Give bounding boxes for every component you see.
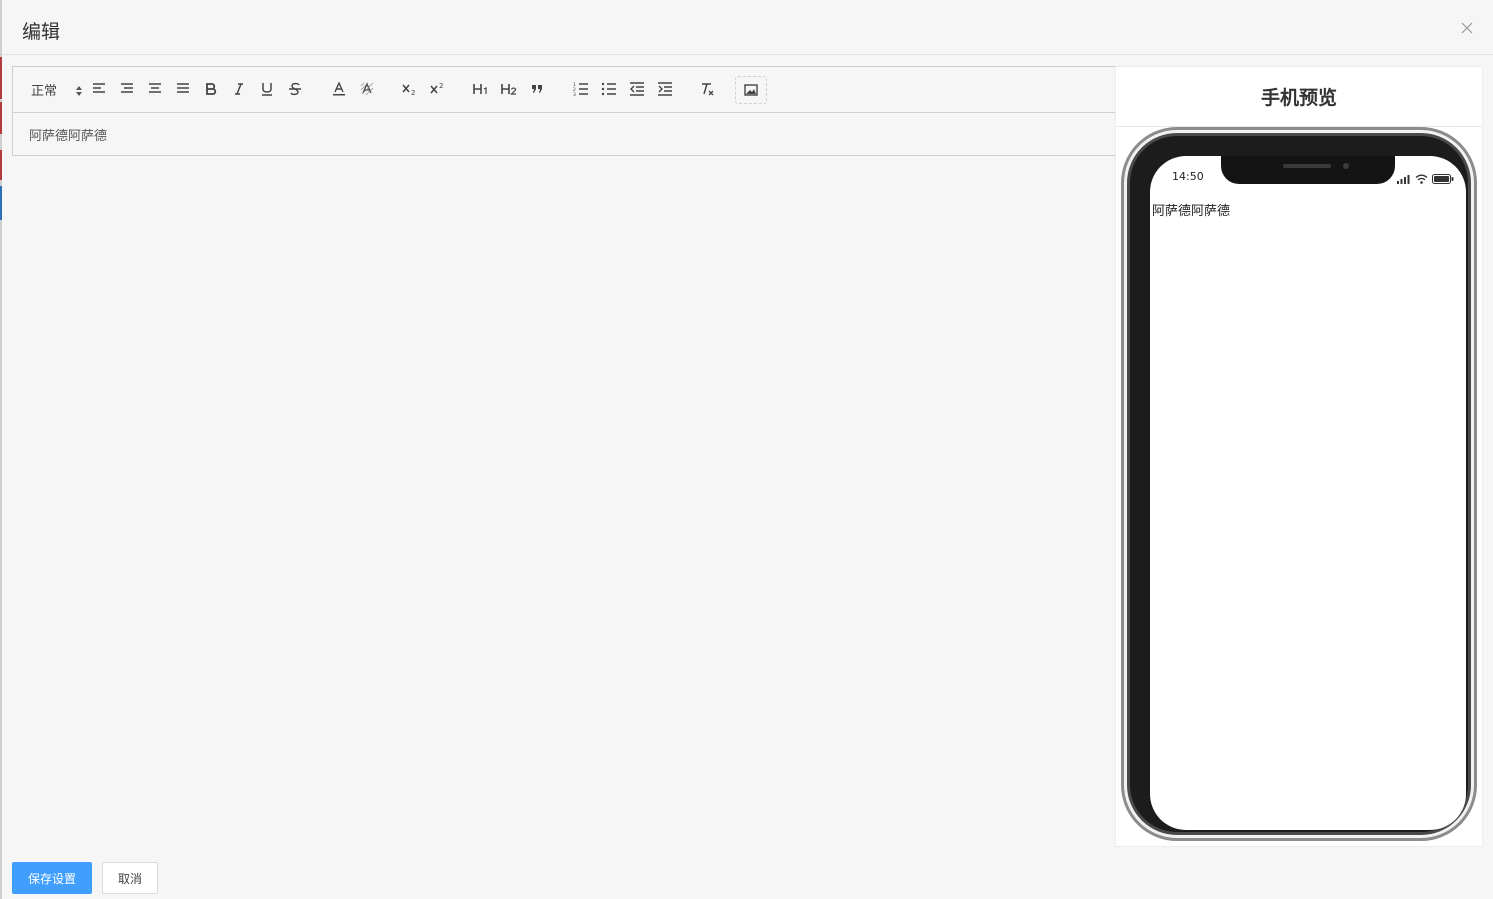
svg-text:2: 2 [411,89,415,96]
bullet-list-icon[interactable] [597,77,621,101]
battery-icon [1432,169,1454,188]
phone-notch [1221,156,1395,184]
status-time: 14:50 [1172,170,1204,183]
speaker-icon [1283,164,1331,168]
indent-icon[interactable] [653,77,677,101]
dialog-title: 编辑 [22,21,61,43]
signal-icon [1397,169,1411,188]
italic-icon[interactable] [227,77,251,101]
phone-preview-content: 阿萨德阿萨德 [1152,204,1231,219]
dialog-header: 编辑 [2,0,1493,55]
save-button[interactable]: 保存设置 [12,862,92,894]
subscript-icon[interactable]: 2 [397,77,421,101]
close-icon[interactable] [1459,20,1475,36]
editor-toolbar: 正常 2 2 1 2 3 [13,67,1116,113]
underline-icon[interactable] [255,77,279,101]
heading-2-icon[interactable] [497,77,521,101]
strikethrough-icon[interactable] [283,77,307,101]
ordered-list-icon[interactable]: 123 [569,77,593,101]
preview-title: 手机预览 [1260,87,1337,109]
align-justify-icon[interactable] [171,77,195,101]
preview-header: 手机预览 [1116,67,1482,127]
font-color-icon[interactable] [327,77,351,101]
align-left-icon[interactable] [87,77,111,101]
blockquote-icon[interactable] [525,77,549,101]
image-icon[interactable] [735,76,767,104]
svg-text:3: 3 [573,92,576,96]
align-right-icon[interactable] [143,77,167,101]
background-color-icon[interactable] [355,77,379,101]
heading-1-icon[interactable] [469,77,493,101]
phone-mockup: 14:50 阿萨德阿萨德 [1121,127,1477,841]
svg-text:2: 2 [439,82,443,90]
outdent-icon[interactable] [625,77,649,101]
wifi-icon [1415,169,1428,188]
header-select-label: 正常 [31,84,58,99]
select-arrows-icon [75,82,83,101]
clear-format-icon[interactable] [695,77,719,101]
status-icons [1397,169,1454,188]
align-center-icon[interactable] [115,77,139,101]
phone-frame: 14:50 阿萨德阿萨德 [1127,133,1471,835]
header-format-select[interactable]: 正常 [29,78,83,100]
superscript-icon[interactable]: 2 [425,77,449,101]
cancel-button[interactable]: 取消 [102,862,158,894]
editor-content[interactable]: 阿萨德阿萨德 [29,125,107,144]
bold-icon[interactable] [199,77,223,101]
rich-text-editor: 正常 2 2 1 2 3 阿萨德阿萨德 [12,66,1117,156]
camera-icon [1343,163,1349,169]
phone-screen: 14:50 阿萨德阿萨德 [1150,156,1466,830]
